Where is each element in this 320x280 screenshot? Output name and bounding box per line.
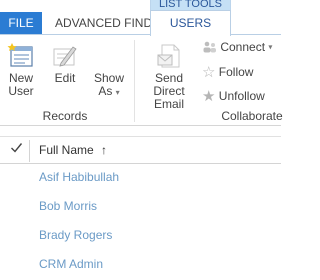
show-as-icon (95, 42, 123, 70)
ribbon-bottom-border (0, 125, 281, 126)
new-user-label-line2: User (8, 84, 34, 98)
send-direct-email-button[interactable]: Send Direct Email (140, 42, 198, 111)
unfollow-button[interactable]: ★ Unfollow (202, 87, 265, 105)
header-bottom-border (0, 163, 281, 164)
tab-users[interactable]: USERS (150, 10, 231, 36)
follow-icon: ☆ (202, 64, 216, 81)
collaborate-group-label: Collaborate (221, 109, 283, 123)
send-direct-email-label-line1: Send Direct (153, 71, 185, 98)
new-user-button[interactable]: New User (4, 42, 38, 98)
column-header-full-name[interactable]: Full Name ↑ (39, 143, 107, 157)
edit-icon (53, 46, 77, 67)
tab-advanced-find[interactable]: ADVANCED FIND (55, 12, 152, 35)
list-item[interactable]: Asif Habibullah (39, 170, 119, 184)
follow-label: Follow (218, 65, 254, 79)
show-as-button[interactable]: Show As ▾ (92, 42, 126, 99)
column-header-label: Full Name (39, 143, 94, 157)
edit-button[interactable]: Edit (50, 42, 80, 85)
new-user-icon (7, 43, 33, 67)
show-as-label-text: As (98, 84, 113, 98)
connect-button[interactable]: Connect ▾ (202, 39, 272, 55)
connect-icon (203, 41, 216, 53)
follow-button[interactable]: ☆ Follow (202, 63, 254, 81)
unfollow-icon: ★ (202, 88, 216, 105)
sort-ascending-icon: ↑ (101, 143, 108, 157)
header-separator (29, 140, 30, 162)
connect-label: Connect (220, 39, 266, 54)
send-direct-email-icon (157, 44, 180, 68)
send-direct-email-label-line2: Email (153, 97, 184, 111)
tab-file[interactable]: FILE (0, 12, 42, 35)
list-item[interactable]: Brady Rogers (39, 228, 112, 242)
chevron-down-icon: ▾ (115, 88, 120, 97)
connect-chevron-down-icon: ▾ (268, 42, 273, 52)
select-all-checkbox[interactable] (10, 141, 23, 159)
records-group-label: Records (42, 109, 88, 123)
list-item[interactable]: CRM Admin (39, 257, 103, 271)
show-as-label-line2: As ▾ (92, 85, 126, 99)
list-top-border (0, 136, 281, 137)
group-separator (134, 40, 135, 122)
unfollow-label: Unfollow (218, 89, 265, 103)
edit-label: Edit (54, 71, 76, 85)
checkmark-icon (11, 143, 23, 153)
list-item[interactable]: Bob Morris (39, 199, 97, 213)
